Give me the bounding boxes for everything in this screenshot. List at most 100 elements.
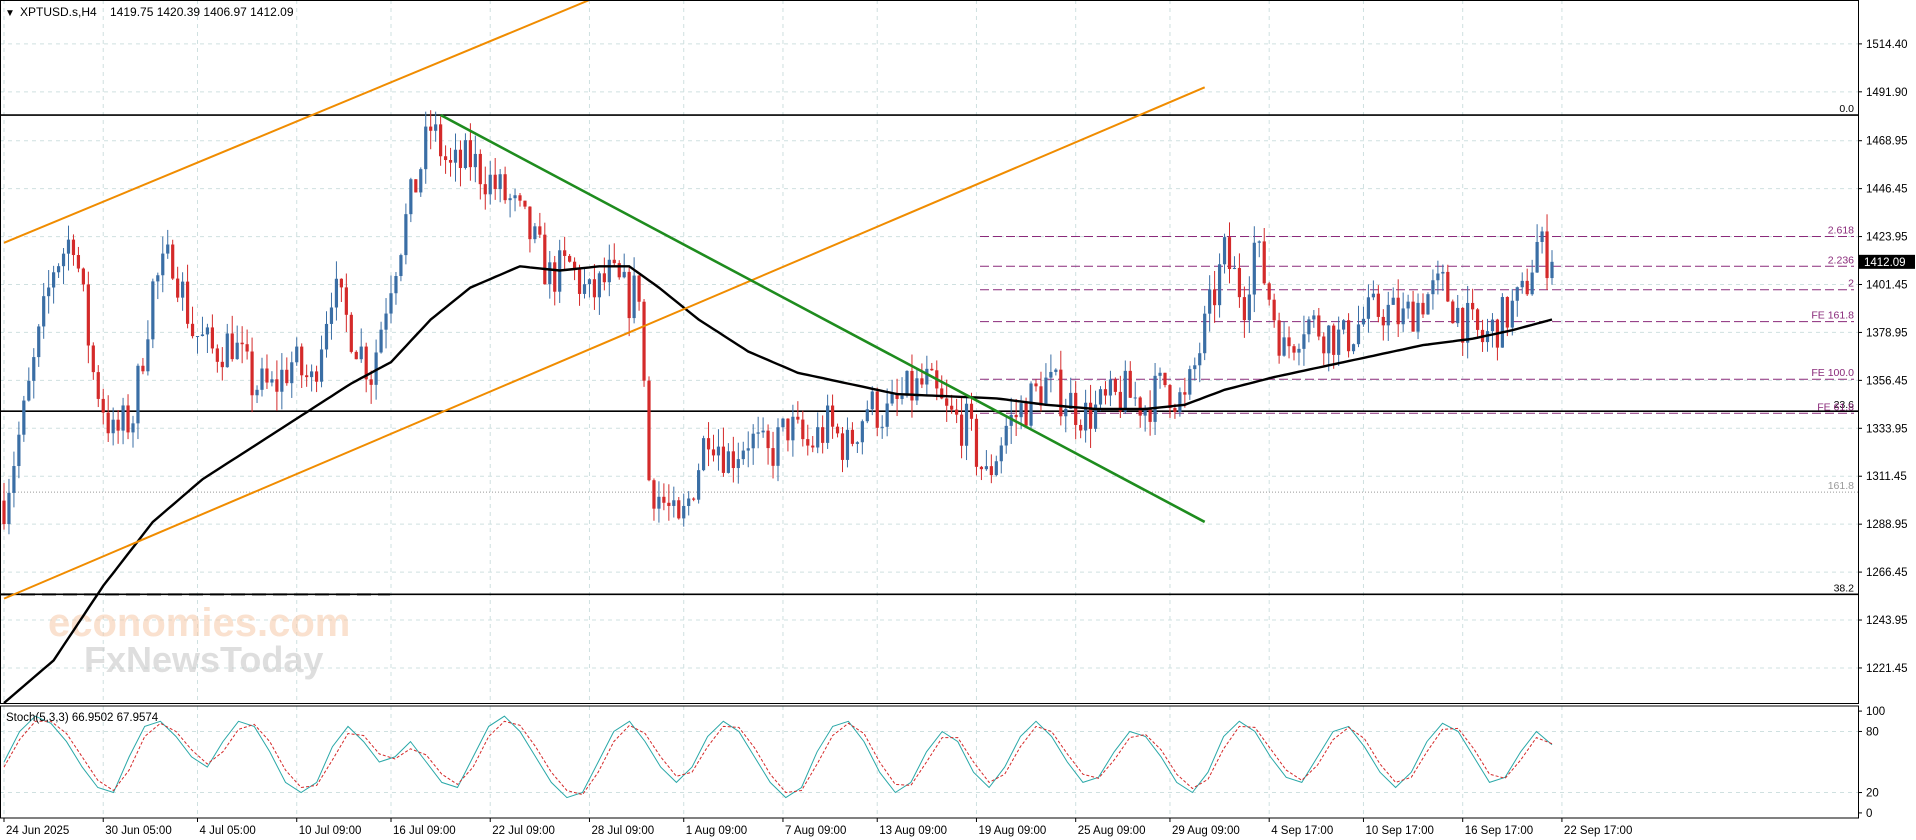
candle-body (354, 351, 358, 360)
candle-body (1356, 324, 1361, 345)
candle-body (999, 445, 1003, 462)
candle-body (950, 405, 954, 410)
x-tick-label: 16 Sep 17:00 (1465, 825, 1533, 837)
candle-body (1064, 408, 1068, 417)
candle-body (766, 430, 770, 449)
candle-body (448, 160, 453, 163)
candle-body (1302, 334, 1306, 349)
candle-body (1490, 319, 1495, 332)
candle-body (1183, 392, 1187, 395)
candle-body (652, 480, 656, 509)
candle-body (359, 346, 363, 360)
candle-body (181, 281, 185, 298)
candle-body (905, 370, 909, 396)
candle-body (116, 419, 120, 431)
candle-body (17, 434, 21, 467)
candle-body (1193, 365, 1197, 370)
candle-body (141, 365, 145, 372)
candle-body (200, 334, 205, 337)
candle-body (1515, 287, 1519, 301)
candle-body (716, 446, 721, 456)
candle-body (1361, 318, 1366, 325)
watermark: economies.com FxNewsToday (48, 601, 350, 680)
candle-body (1351, 344, 1356, 352)
candle-body (1123, 370, 1127, 412)
candle-body (1148, 407, 1152, 422)
candle-body (22, 400, 26, 435)
candle-body (1138, 397, 1142, 416)
candle-body (1530, 272, 1534, 295)
candle-body (1446, 271, 1450, 302)
candle-body (518, 195, 522, 201)
candle-body (1550, 261, 1554, 279)
x-tick-label: 29 Aug 09:00 (1172, 825, 1240, 837)
candle-body (210, 327, 214, 349)
candle (677, 496, 681, 520)
candle-body (1252, 242, 1256, 295)
candle-body (781, 418, 785, 428)
candle-body (821, 427, 825, 443)
candle-body (1227, 237, 1232, 270)
candle-body (1014, 414, 1018, 418)
candle (1451, 299, 1455, 324)
candle-body (369, 379, 373, 385)
candle-body (1272, 299, 1276, 321)
candle-body (305, 375, 309, 378)
fibo-label: 2.236 (1828, 254, 1854, 266)
candle-body (1034, 383, 1038, 387)
candle-body (166, 244, 170, 254)
candle-body (1317, 315, 1321, 337)
candle-body (2, 500, 6, 525)
y-tick-label: 1243.95 (1866, 615, 1908, 627)
header-arrow-icon[interactable]: ▼ (5, 8, 15, 19)
fibo-label: 2 (1848, 278, 1854, 290)
x-tick-label: 22 Sep 17:00 (1564, 825, 1632, 837)
candle-body (875, 391, 879, 428)
candle-body (409, 179, 413, 215)
candle-body (419, 169, 423, 193)
candle-body (235, 342, 239, 360)
candle-body (434, 124, 438, 131)
candle-body (86, 284, 90, 346)
candle-body (161, 253, 165, 276)
price-chart[interactable]: economies.com FxNewsToday 0.023.638.2161… (0, 0, 1916, 840)
candle-body (687, 498, 691, 506)
candle-body (324, 323, 329, 350)
candle-body (96, 372, 100, 399)
candle-body (1386, 304, 1390, 326)
candle-body (1461, 307, 1465, 343)
stoch-y-tick-label: 100 (1866, 706, 1885, 718)
stoch-y-tick-label: 20 (1866, 788, 1879, 800)
candle-body (265, 368, 269, 383)
candle-body (424, 126, 428, 170)
level-label: 38.2 (1834, 582, 1855, 594)
candle-body (845, 429, 850, 460)
candle-body (1287, 337, 1291, 347)
candle-body (389, 293, 393, 314)
candle-body (672, 500, 676, 506)
candle (1203, 305, 1207, 361)
candle-body (443, 156, 448, 161)
candle-body (1257, 241, 1261, 243)
candle-body (37, 326, 41, 358)
candle-body (627, 271, 631, 319)
candle-body (1510, 300, 1514, 328)
candle-body (1168, 385, 1172, 409)
x-tick-label: 25 Aug 09:00 (1078, 825, 1146, 837)
candle-body (1297, 348, 1301, 353)
candle-body (156, 275, 160, 282)
x-tick-label: 24 Jun 2025 (6, 825, 69, 837)
candle-body (310, 371, 314, 378)
candle-body (816, 427, 820, 448)
candle-body (1128, 370, 1132, 398)
candle-body (726, 451, 730, 473)
candle-body (969, 403, 974, 419)
candle (171, 239, 175, 281)
candle-body (478, 153, 482, 185)
candle-body (260, 368, 264, 390)
candle-body (290, 362, 294, 384)
candle-body (955, 409, 959, 415)
candle-body (736, 459, 740, 469)
candle-body (1044, 377, 1048, 406)
candle-body (1391, 297, 1395, 305)
